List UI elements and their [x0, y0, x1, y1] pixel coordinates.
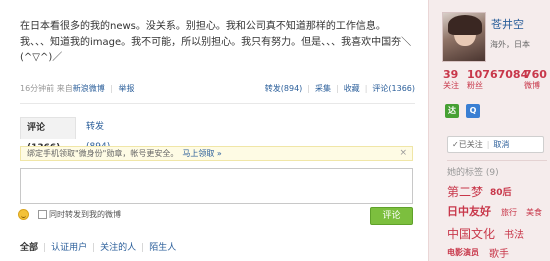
- tag-item[interactable]: 歌手: [489, 245, 509, 260]
- tag-item[interactable]: 80后: [490, 185, 512, 198]
- filter-following[interactable]: 关注的人: [100, 240, 136, 253]
- comment-link[interactable]: 评论(1366): [372, 84, 415, 93]
- tag-item[interactable]: 书法: [504, 226, 524, 241]
- favorite-link[interactable]: 收藏: [344, 84, 360, 93]
- tag-item[interactable]: 日中友好: [447, 203, 491, 219]
- action-separator: |: [364, 84, 368, 93]
- post-actions: 转发(894) | 采集 | 收藏 | 评论(1366): [265, 83, 415, 94]
- stat-following-label: 关注: [443, 81, 459, 90]
- profile-location: 海外，日本: [490, 40, 530, 49]
- pick-link[interactable]: 采集: [315, 84, 331, 93]
- weibo-main-panel: 在日本看很多的我的news。没关系。别担心。我和公司真不知道那样的工作信息。我、…: [0, 0, 428, 261]
- unfollow-button[interactable]: 取消: [493, 140, 509, 149]
- post-text: 在日本看很多的我的news。没关系。别担心。我和公司真不知道那样的工作信息。我、…: [20, 21, 412, 63]
- tags-divider: [447, 160, 547, 161]
- stat-posts[interactable]: 760 微博: [524, 68, 547, 91]
- tag-item[interactable]: 第二梦: [447, 183, 483, 200]
- tags-heading: 她的标签 (9): [447, 160, 547, 178]
- filter-strangers[interactable]: 陌生人: [149, 240, 176, 253]
- tag-item[interactable]: 电影演员: [447, 247, 479, 258]
- post-time[interactable]: 16分钟前: [20, 84, 54, 93]
- filter-separator: |: [92, 243, 96, 253]
- stat-following-count: 39: [443, 68, 459, 81]
- divider: [20, 103, 415, 104]
- avatar[interactable]: [442, 12, 486, 62]
- action-separator: |: [307, 84, 310, 93]
- from-label: 来自: [56, 84, 73, 93]
- tag-item[interactable]: 美食: [526, 207, 542, 218]
- profile-stats: 39 关注 10767084 粉丝 760 微博: [443, 68, 550, 92]
- claim-now-link[interactable]: 马上领取 »: [182, 149, 221, 158]
- tags-heading-text: 她的标签 (9): [447, 168, 499, 178]
- filter-separator: |: [43, 243, 47, 253]
- tab-reposts[interactable]: 转发(894): [80, 117, 116, 152]
- follow-separator: |: [486, 140, 490, 149]
- emoji-icon[interactable]: [18, 209, 29, 220]
- stat-posts-count: 760: [524, 68, 547, 81]
- action-separator: |: [335, 84, 339, 93]
- phone-binding-notice: 绑定手机领取"微身份"勋章，帐号更安全。 马上领取 » ×: [20, 146, 413, 161]
- submit-comment-button[interactable]: 评论: [370, 207, 413, 225]
- stat-following[interactable]: 39 关注: [443, 68, 459, 91]
- report-link[interactable]: 举报: [119, 84, 135, 93]
- qq-badge-icon[interactable]: Q: [466, 104, 480, 118]
- close-icon[interactable]: ×: [399, 147, 407, 160]
- notice-text: 绑定手机领取"微身份"勋章，帐号更安全。: [27, 149, 179, 158]
- also-repost-checkbox[interactable]: [38, 210, 47, 219]
- post-source-link[interactable]: 新浪微博: [73, 84, 105, 93]
- follow-status-button: ✓已关注 | 取消: [447, 136, 544, 153]
- stat-followers-label: 粉丝: [467, 81, 483, 90]
- stat-followers[interactable]: 10767084 粉丝: [467, 68, 528, 91]
- followed-label: ✓已关注: [452, 140, 483, 149]
- stat-followers-count: 10767084: [467, 68, 529, 81]
- comment-input[interactable]: [20, 168, 413, 204]
- filter-separator: |: [141, 243, 145, 253]
- filter-verified[interactable]: 认证用户: [51, 240, 87, 253]
- post-meta: 16分钟前 来自新浪微博 | 举报 转发(894) | 采集 | 收藏 | 评论(1366): [20, 83, 415, 95]
- also-repost-label[interactable]: 同时转发到我的微博: [49, 209, 121, 220]
- repost-link[interactable]: 转发(894): [265, 84, 303, 93]
- tag-item[interactable]: 中国文化: [447, 225, 495, 242]
- tag-item[interactable]: 旅行: [501, 207, 517, 218]
- profile-username[interactable]: 苍井空: [491, 16, 524, 32]
- comment-filters: 全部 | 认证用户 | 关注的人 | 陌生人: [20, 240, 176, 253]
- tab-comments[interactable]: 评论(1366): [20, 117, 76, 153]
- post-meta-left: 16分钟前 来自新浪微博 | 举报: [20, 83, 135, 94]
- talent-badge-icon[interactable]: 达: [445, 104, 459, 118]
- meta-separator: |: [110, 84, 113, 93]
- stat-posts-label: 微博: [524, 81, 540, 90]
- filter-all[interactable]: 全部: [20, 240, 38, 253]
